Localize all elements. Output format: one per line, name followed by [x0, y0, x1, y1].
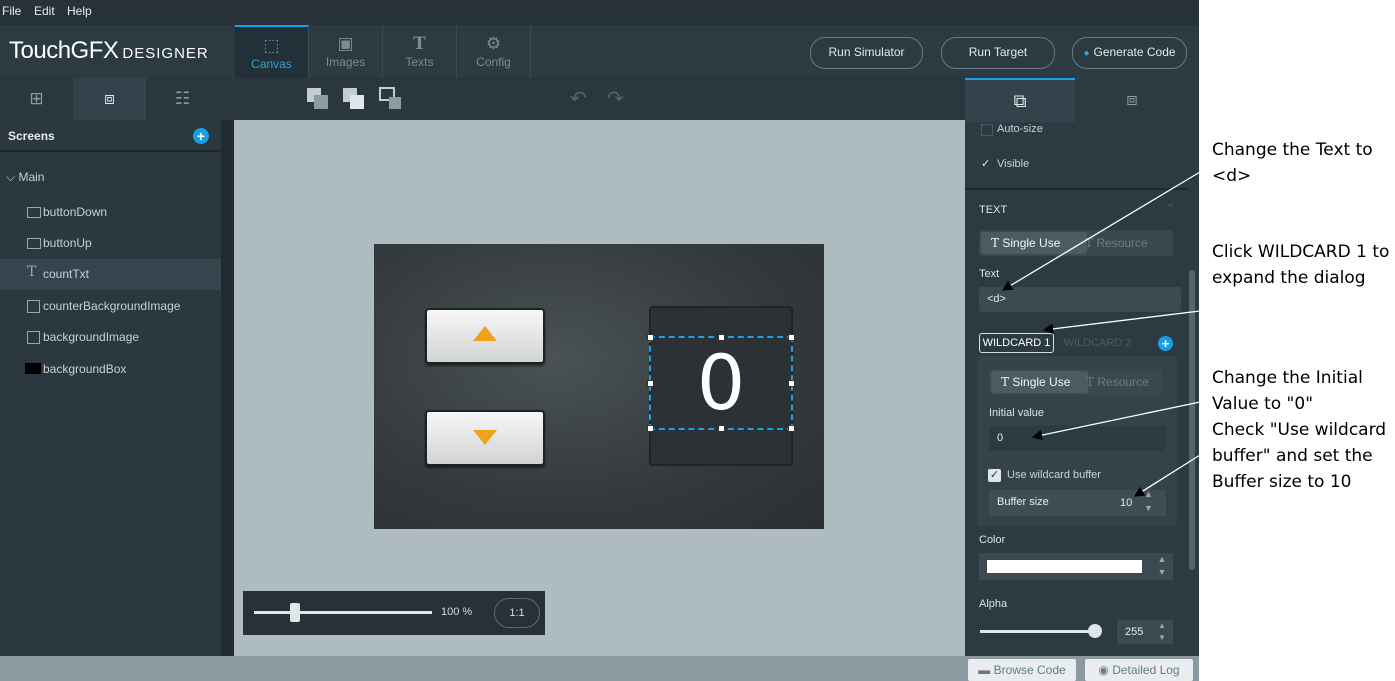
annotation-initial-value: Change the Initial Value to "0" Check "U…: [1212, 368, 1387, 492]
arrow-to-initial-value: [1031, 401, 1201, 441]
annotation-arrows: [1001, 171, 1201, 497]
arrow-to-wildcard1: [1042, 310, 1201, 335]
arrow-to-buffer-size: [1133, 454, 1201, 497]
arrow-to-text-field: [1001, 171, 1201, 291]
annotation-click-wildcard: Click WILDCARD 1 to expand the dialog: [1212, 242, 1390, 288]
annotation-change-text: Change the Text to <d>: [1212, 140, 1373, 186]
